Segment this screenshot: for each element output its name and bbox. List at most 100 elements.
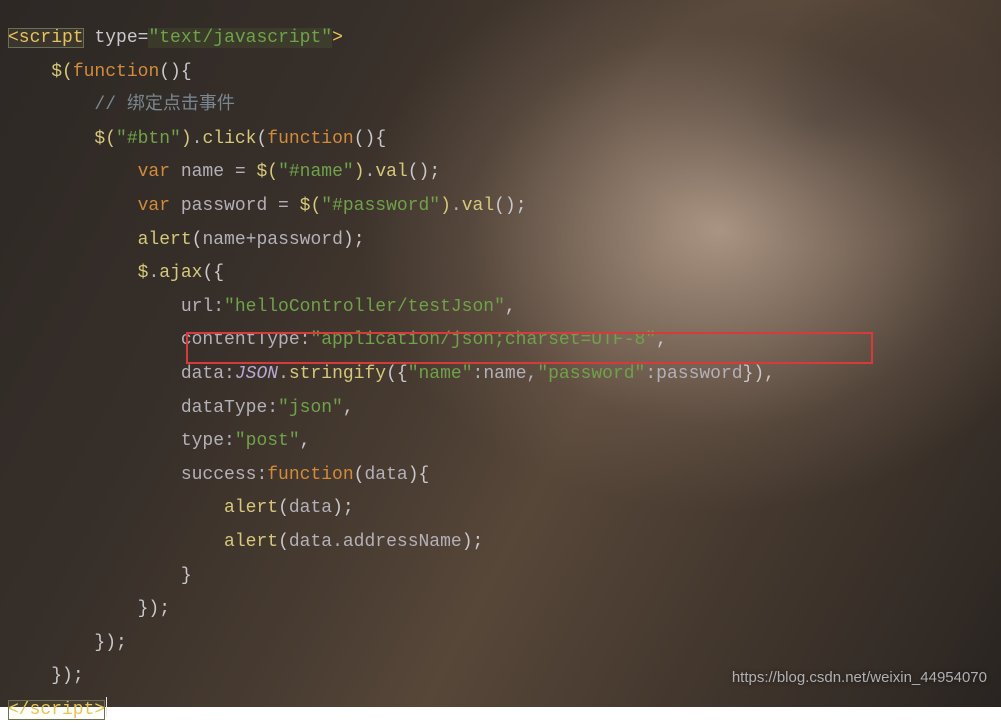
token: );	[332, 498, 354, 518]
token: success:	[181, 465, 267, 485]
code-line: alert(name+password);	[8, 224, 1001, 258]
code-line: dataType:"json",	[8, 392, 1001, 426]
token: )	[440, 196, 451, 216]
token: :name,	[473, 364, 538, 384]
token: });	[51, 666, 83, 686]
code-line: // 绑定点击事件	[8, 89, 1001, 123]
token: dataType:	[181, 398, 278, 418]
code-line: </script>	[8, 694, 1001, 727]
token: $	[138, 263, 149, 283]
token: val	[375, 162, 407, 182]
token: type:	[181, 431, 235, 451]
token: type=	[94, 28, 148, 48]
code-line: });	[8, 627, 1001, 661]
code-block: <script type="text/javascript"> $(functi…	[0, 18, 1001, 727]
token: data	[364, 465, 407, 485]
token: function	[267, 465, 353, 485]
token: JSON	[235, 364, 278, 384]
token: (){	[354, 129, 386, 149]
token: (	[278, 532, 289, 552]
token: );	[343, 230, 365, 250]
token: });	[94, 633, 126, 653]
token: (	[354, 465, 365, 485]
code-line: alert(data);	[8, 492, 1001, 526]
code-line: }	[8, 560, 1001, 594]
token: (	[278, 498, 289, 518]
token: function	[73, 62, 159, 82]
token: (){	[159, 62, 191, 82]
token: .	[451, 196, 462, 216]
token: ();	[408, 162, 440, 182]
token: );	[462, 532, 484, 552]
token: $(	[94, 129, 116, 149]
token: .	[365, 162, 376, 182]
token: .	[148, 263, 159, 283]
token: data	[289, 498, 332, 518]
code-line: $.ajax({	[8, 257, 1001, 291]
token: alert	[138, 230, 192, 250]
token: alert	[224, 498, 278, 518]
token: "post"	[235, 431, 300, 451]
token: data.addressName	[289, 532, 462, 552]
token: </script>	[8, 700, 105, 720]
token: "text/javascript"	[148, 28, 332, 48]
token: <script	[8, 28, 84, 48]
code-line: type:"post",	[8, 425, 1001, 459]
code-line: $(function(){	[8, 56, 1001, 90]
code-line: $("#btn").click(function(){	[8, 123, 1001, 157]
token: var	[138, 196, 170, 216]
token: :password	[645, 364, 742, 384]
token: ,	[505, 297, 516, 317]
token: "json"	[278, 398, 343, 418]
code-line: data:JSON.stringify({"name":name,"passwo…	[8, 358, 1001, 392]
token: click	[202, 129, 256, 149]
token: )	[354, 162, 365, 182]
watermark-text: https://blog.csdn.net/weixin_44954070	[732, 661, 987, 695]
code-line: contentType:"application/json;charset=UT…	[8, 324, 1001, 358]
token: name+password	[202, 230, 342, 250]
token: "#name"	[278, 162, 354, 182]
token: var	[138, 162, 170, 182]
token: });	[138, 599, 170, 619]
token: ();	[494, 196, 526, 216]
code-line: <script type="text/javascript">	[8, 22, 1001, 56]
token: "#btn"	[116, 129, 181, 149]
token: // 绑定点击事件	[94, 95, 234, 115]
token: function	[267, 129, 353, 149]
token: $(	[51, 62, 73, 82]
token: (	[256, 129, 267, 149]
token: ({	[386, 364, 408, 384]
token: val	[462, 196, 494, 216]
token: password =	[170, 196, 300, 216]
token: >	[332, 28, 343, 48]
token: "application/json;charset=UTF-8"	[310, 330, 656, 350]
token: name =	[170, 162, 256, 182]
code-line: var password = $("#password").val();	[8, 190, 1001, 224]
token: "password"	[537, 364, 645, 384]
code-line: success:function(data){	[8, 459, 1001, 493]
token: alert	[224, 532, 278, 552]
token: ({	[202, 263, 224, 283]
token: $(	[300, 196, 322, 216]
code-line: });	[8, 593, 1001, 627]
token: "name"	[408, 364, 473, 384]
token: ,	[656, 330, 667, 350]
token: data:	[181, 364, 235, 384]
token: )	[181, 129, 192, 149]
token: .	[278, 364, 289, 384]
token: }),	[743, 364, 775, 384]
token: ,	[343, 398, 354, 418]
token: $(	[256, 162, 278, 182]
token: ){	[408, 465, 430, 485]
token: .	[192, 129, 203, 149]
token: stringify	[289, 364, 386, 384]
code-line: alert(data.addressName);	[8, 526, 1001, 560]
token: "#password"	[321, 196, 440, 216]
token: contentType:	[181, 330, 311, 350]
token: url:	[181, 297, 224, 317]
token: "helloController/testJson"	[224, 297, 505, 317]
code-line: var name = $("#name").val();	[8, 156, 1001, 190]
code-line: url:"helloController/testJson",	[8, 291, 1001, 325]
token: ,	[300, 431, 311, 451]
token: }	[181, 566, 192, 586]
